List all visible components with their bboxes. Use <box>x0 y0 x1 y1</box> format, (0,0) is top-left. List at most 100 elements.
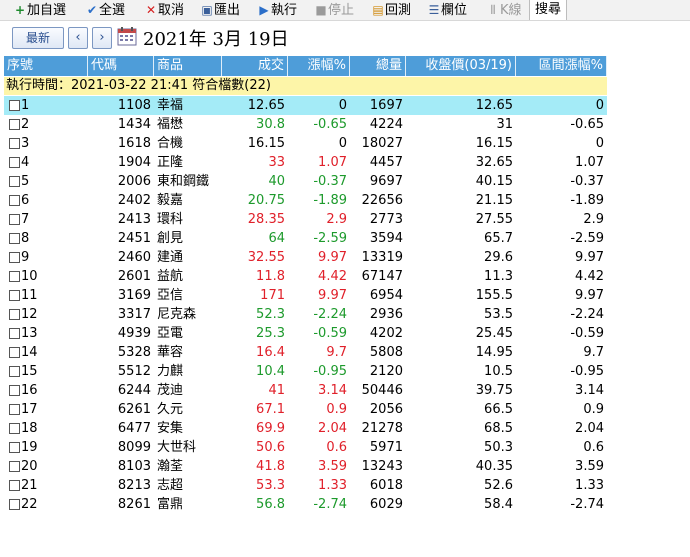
calendar-icon[interactable] <box>117 26 137 46</box>
table-row[interactable]: 9 2460 建通 32.55 9.97 13319 29.6 9.97 <box>4 248 607 267</box>
cell-price: 20.75 <box>247 193 285 208</box>
stop-button[interactable]: ■停止 <box>315 1 354 19</box>
cell-volume: 2773 <box>369 212 403 227</box>
cell-index: 15 <box>21 364 38 379</box>
cell-volume: 3594 <box>369 231 403 246</box>
cell-range-pct: 1.33 <box>575 478 604 493</box>
table-row[interactable]: 1 1108 幸福 12.65 0 1697 12.65 0 <box>4 96 607 115</box>
cell-volume: 13243 <box>361 459 403 474</box>
cell-code: 8099 <box>117 440 151 455</box>
col-header-name[interactable]: 商品 <box>154 56 222 76</box>
cell-price: 67.1 <box>256 402 285 417</box>
cell-close: 21.15 <box>475 193 513 208</box>
cell-change-pct: -0.37 <box>313 174 347 189</box>
cell-volume: 1697 <box>369 98 403 113</box>
cell-index: 13 <box>21 326 38 341</box>
cell-close: 31 <box>496 117 513 132</box>
cell-name: 福懋 <box>157 117 184 132</box>
cell-code: 1618 <box>117 136 151 151</box>
cell-volume: 18027 <box>361 136 403 151</box>
kline-button[interactable]: ⫴ K線 <box>487 1 521 19</box>
cell-range-pct: -0.59 <box>570 326 604 341</box>
cell-code: 6261 <box>117 402 151 417</box>
table-row[interactable]: 11 3169 亞信 171 9.97 6954 155.5 9.97 <box>4 286 607 305</box>
table-row[interactable]: 20 8103 瀚荃 41.8 3.59 13243 40.35 3.59 <box>4 457 607 476</box>
cell-code: 2006 <box>117 174 151 189</box>
cell-range-pct: 3.14 <box>575 383 604 398</box>
table-row[interactable]: 14 5328 華容 16.4 9.7 5808 14.95 9.7 <box>4 343 607 362</box>
cell-price: 41 <box>268 383 285 398</box>
col-header-code[interactable]: 代碼 <box>88 56 154 76</box>
cell-change-pct: -2.74 <box>313 497 347 512</box>
table-row[interactable]: 6 2402 毅嘉 20.75 -1.89 22656 21.15 -1.89 <box>4 191 607 210</box>
select-all-button[interactable]: ✔ 全選 <box>86 1 125 19</box>
cell-name: 亞電 <box>157 326 184 341</box>
date-navigation: 最新 ‹ › 2021年 3月 19日 <box>0 21 690 55</box>
table-row[interactable]: 4 1904 正隆 33 1.07 4457 32.65 1.07 <box>4 153 607 172</box>
cancel-button[interactable]: ✕ 取消 <box>145 1 184 19</box>
table-row[interactable]: 8 2451 創見 64 -2.59 3594 65.7 -2.59 <box>4 229 607 248</box>
col-header-volume[interactable]: 總量 <box>350 56 406 76</box>
table-row[interactable]: 5 2006 東和鋼鐵 40 -0.37 9697 40.15 -0.37 <box>4 172 607 191</box>
cell-change-pct: 0.9 <box>326 402 347 417</box>
columns-button[interactable]: ☰ 欄位 <box>428 1 467 19</box>
table-row[interactable]: 18 6477 安集 69.9 2.04 21278 68.5 2.04 <box>4 419 607 438</box>
cell-price: 33 <box>268 155 285 170</box>
cell-name: 尼克森 <box>157 307 197 322</box>
latest-button[interactable]: 最新 <box>12 27 64 49</box>
cell-close: 50.3 <box>484 440 513 455</box>
cell-index: 5 <box>21 174 30 189</box>
cell-range-pct: -2.24 <box>570 307 604 322</box>
cell-index: 7 <box>21 212 30 227</box>
backtest-button[interactable]: ▤回測 <box>372 1 411 19</box>
cell-range-pct: 9.7 <box>583 345 604 360</box>
run-button[interactable]: ▶ 執行 <box>258 1 297 19</box>
cell-change-pct: 0 <box>338 136 347 151</box>
cell-volume: 67147 <box>361 269 403 284</box>
table-row[interactable]: 13 4939 亞電 25.3 -0.59 4202 25.45 -0.59 <box>4 324 607 343</box>
cell-volume: 4202 <box>369 326 403 341</box>
table-row[interactable]: 2 1434 福懋 30.8 -0.65 4224 31 -0.65 <box>4 115 607 134</box>
search-tab[interactable]: 搜尋 <box>529 0 568 20</box>
export-button[interactable]: ▣匯出 <box>201 1 240 19</box>
cell-close: 40.35 <box>475 459 513 474</box>
cell-name: 志超 <box>157 478 184 493</box>
table-row[interactable]: 19 8099 大世科 50.6 0.6 5971 50.3 0.6 <box>4 438 607 457</box>
next-date-button[interactable]: › <box>92 27 112 49</box>
cell-code: 2460 <box>117 250 151 265</box>
cell-price: 16.15 <box>247 136 285 151</box>
cell-code: 8103 <box>117 459 151 474</box>
table-row[interactable]: 22 8261 富鼎 56.8 -2.74 6029 58.4 -2.74 <box>4 495 607 514</box>
backtest-icon: ▤ <box>372 3 384 17</box>
table-row[interactable]: 16 6244 茂迪 41 3.14 50446 39.75 3.14 <box>4 381 607 400</box>
cell-close: 16.15 <box>475 136 513 151</box>
cell-close: 39.75 <box>475 383 513 398</box>
cell-code: 8261 <box>117 497 151 512</box>
table-row[interactable]: 17 6261 久元 67.1 0.9 2056 66.5 0.9 <box>4 400 607 419</box>
add-watchlist-button[interactable]: + 加自選 <box>14 1 66 19</box>
col-header-change-pct[interactable]: 漲幅% <box>288 56 350 76</box>
cell-range-pct: -2.59 <box>570 231 604 246</box>
cell-price: 171 <box>260 288 285 303</box>
prev-date-button[interactable]: ‹ <box>68 27 88 49</box>
cell-change-pct: -0.65 <box>313 117 347 132</box>
candlestick-icon: ⫴ <box>490 3 496 17</box>
table-row[interactable]: 7 2413 環科 28.35 2.9 2773 27.55 2.9 <box>4 210 607 229</box>
col-header-price[interactable]: 成交 <box>222 56 288 76</box>
cell-change-pct: 3.14 <box>318 383 347 398</box>
cell-price: 64 <box>268 231 285 246</box>
table-row[interactable]: 15 5512 力麒 10.4 -0.95 2120 10.5 -0.95 <box>4 362 607 381</box>
table-row[interactable]: 10 2601 益航 11.8 4.42 67147 11.3 4.42 <box>4 267 607 286</box>
col-header-range-pct[interactable]: 區間漲幅% <box>516 56 607 76</box>
cell-name: 大世科 <box>157 440 197 455</box>
cell-price: 52.3 <box>256 307 285 322</box>
cell-close: 40.15 <box>475 174 513 189</box>
table-row[interactable]: 3 1618 合機 16.15 0 18027 16.15 0 <box>4 134 607 153</box>
table-row[interactable]: 12 3317 尼克森 52.3 -2.24 2936 53.5 -2.24 <box>4 305 607 324</box>
selected-date[interactable]: 2021年 3月 19日 <box>143 25 289 51</box>
cell-code: 1108 <box>117 98 151 113</box>
cell-change-pct: 1.07 <box>318 155 347 170</box>
col-header-close[interactable]: 收盤價(03/19) <box>406 56 516 76</box>
table-row[interactable]: 21 8213 志超 53.3 1.33 6018 52.6 1.33 <box>4 476 607 495</box>
col-header-index[interactable]: 序號 <box>4 56 88 76</box>
